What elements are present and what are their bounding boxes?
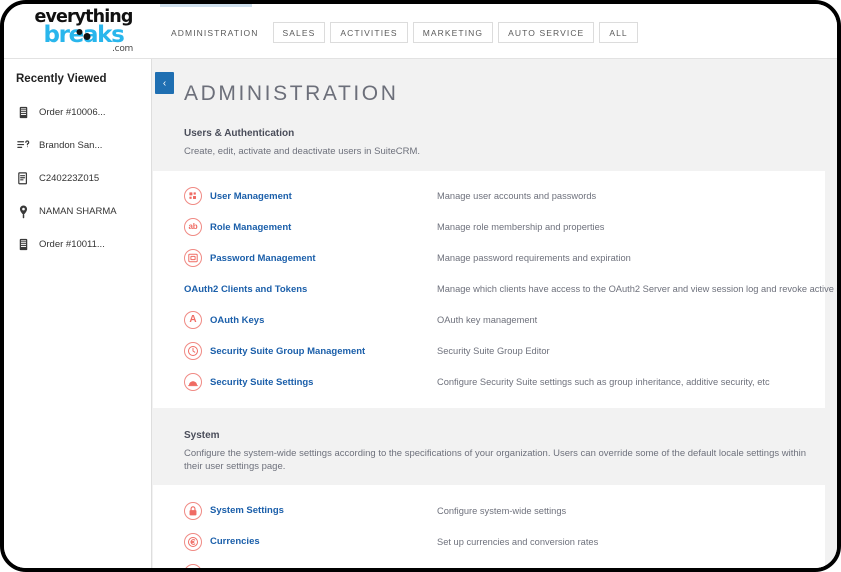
admin-row-left: ab Role Management [184, 218, 437, 237]
logo-dots-icon [76, 28, 91, 40]
recently-viewed-item[interactable]: C240223Z015 [4, 167, 151, 190]
letter-a-icon: A [184, 311, 202, 330]
admin-row[interactable]: A OAuth Keys OAuth key management [153, 305, 825, 336]
collapse-sidebar-button[interactable]: ‹ [155, 72, 174, 94]
recently-viewed-item[interactable]: Brandon San... [4, 134, 151, 157]
recently-viewed-list: Order #10006... Brandon San... C240223Z015… [4, 101, 151, 256]
recently-viewed-item-label: Brandon San... [39, 140, 103, 151]
section-body: System Settings Configure system-wide set… [153, 485, 825, 568]
sidebar-title: Recently Viewed [16, 73, 107, 85]
admin-row[interactable]: Security Suite Settings Configure Securit… [153, 367, 825, 398]
admin-row[interactable]: Password Management Manage password requi… [153, 243, 825, 274]
admin-row[interactable]: ab Role Management Manage role membership … [153, 212, 825, 243]
admin-row-left: A OAuth Keys [184, 311, 437, 330]
admin-row-description: OAuth key management [437, 315, 538, 326]
recently-viewed-item-label: Order #10006... [39, 107, 106, 118]
shield-icon [184, 373, 202, 392]
section-header: System Configure the system-wide settings… [153, 407, 837, 486]
admin-row[interactable]: LanguagesManage which languages are avai… [153, 557, 825, 568]
clock-icon [184, 342, 202, 361]
admin-row-link[interactable]: Security Suite Settings [210, 377, 313, 388]
nav-item-administration[interactable]: ADMINISTRATION [162, 22, 268, 43]
admin-row-description: Manage password requirements and expirat… [437, 253, 631, 264]
document-icon [16, 105, 31, 120]
admin-row-link[interactable]: OAuth Keys [210, 315, 264, 326]
admin-row-description: Configure Security Suite settings such a… [437, 377, 770, 388]
currency-icon [184, 532, 202, 551]
admin-row-description: Set up currencies and conversion rates [437, 536, 599, 547]
admin-row-link[interactable]: Security Suite Group Management [210, 346, 365, 357]
speech-bubble-icon [184, 563, 202, 568]
admin-row-description: Manage role membership and properties [437, 222, 605, 233]
note-icon [16, 171, 31, 186]
section-header: Users & Authentication Create, edit, acti… [153, 106, 837, 171]
admin-row-link[interactable]: Currencies [210, 536, 260, 547]
admin-row-description: Manage user accounts and passwords [437, 191, 597, 202]
lock-icon [184, 501, 202, 520]
admin-row-left: User Management [184, 187, 437, 206]
admin-row-link[interactable]: OAuth2 Clients and Tokens [184, 284, 307, 295]
admin-row-left: Security Suite Group Management [184, 342, 437, 361]
main-navigation: ADMINISTRATION SALES ACTIVITIES MARKETING AU… [162, 22, 638, 43]
admin-sections: Users & Authentication Create, edit, acti… [153, 106, 837, 568]
admin-row-description: Configure system-wide settings [437, 505, 567, 516]
admin-row-left: System Settings [184, 501, 437, 520]
users-icon [184, 187, 202, 206]
site-logo[interactable]: everything breaks .com [26, 8, 141, 57]
location-pin-icon [16, 204, 31, 219]
admin-row-link[interactable]: System Settings [210, 505, 284, 516]
browser-viewport: everything breaks .com ADMINISTRATIONSAL… [4, 4, 837, 568]
recently-viewed-item[interactable]: NAMAN SHARMA [4, 200, 151, 223]
admin-row-link[interactable]: Languages [210, 567, 260, 568]
recently-viewed-item-label: NAMAN SHARMA [39, 206, 117, 217]
admin-row[interactable]: OAuth2 Clients and Tokens Manage which cl… [153, 274, 837, 305]
admin-row-link[interactable]: Role Management [210, 222, 291, 233]
section-title: System [184, 429, 220, 441]
recently-viewed-item[interactable]: Order #10011... [4, 233, 151, 256]
section-description: Create, edit, activate and deactivate us… [184, 146, 421, 157]
admin-row-description: Manage which clients have access to the … [437, 284, 837, 295]
admin-row-left: Languages [184, 563, 437, 568]
recently-viewed-item[interactable]: Order #10006... [4, 101, 151, 124]
app-header: everything breaks .com ADMINISTRATIONSAL… [4, 4, 837, 59]
recently-viewed-sidebar: Recently Viewed Order #10006... Brandon S… [4, 59, 152, 568]
nav-item-marketing[interactable]: MARKETING [412, 22, 494, 43]
admin-row-link[interactable]: User Management [210, 191, 292, 202]
recently-viewed-item-label: C240223Z015 [39, 173, 100, 184]
password-icon [184, 249, 202, 268]
admin-row[interactable]: User Management Manage user accounts and … [153, 181, 825, 212]
admin-row-left: Currencies [184, 532, 437, 551]
device-frame: everything breaks .com ADMINISTRATIONSAL… [0, 0, 841, 572]
section-body: User Management Manage user accounts and … [153, 170, 837, 408]
admin-row[interactable]: System Settings Configure system-wide set… [153, 495, 825, 526]
admin-row[interactable]: Currencies Set up currencies and conversi… [153, 526, 825, 557]
nav-item-sales[interactable]: SALES [272, 22, 326, 43]
ab-icon: ab [184, 218, 202, 237]
admin-row-left: OAuth2 Clients and Tokens [184, 280, 437, 298]
nav-item-activities[interactable]: ACTIVITIES [330, 22, 408, 43]
admin-row-link[interactable]: Password Management [210, 253, 316, 264]
section-description: Configure the system-wide settings accor… [184, 447, 807, 472]
section-title: Users & Authentication [184, 128, 295, 139]
document-icon [16, 237, 31, 252]
page-loading-strip [160, 4, 252, 7]
admin-row-description: Security Suite Group Editor [437, 346, 550, 357]
nav-item-all[interactable]: ALL [599, 22, 638, 43]
admin-row[interactable]: Security Suite Group Management Security … [153, 336, 825, 367]
page-title: ADMINISTRATION [184, 82, 399, 105]
admin-row-left: Security Suite Settings [184, 373, 437, 392]
list-question-icon [16, 138, 31, 153]
nav-item-auto-service[interactable]: AUTO SERVICE [498, 22, 595, 43]
main-content: ADMINISTRATION Users & Authentication Cre… [153, 59, 837, 568]
logo-line-2: breaks [26, 23, 141, 47]
recently-viewed-item-label: Order #10011... [39, 239, 105, 250]
admin-row-left: Password Management [184, 249, 437, 268]
